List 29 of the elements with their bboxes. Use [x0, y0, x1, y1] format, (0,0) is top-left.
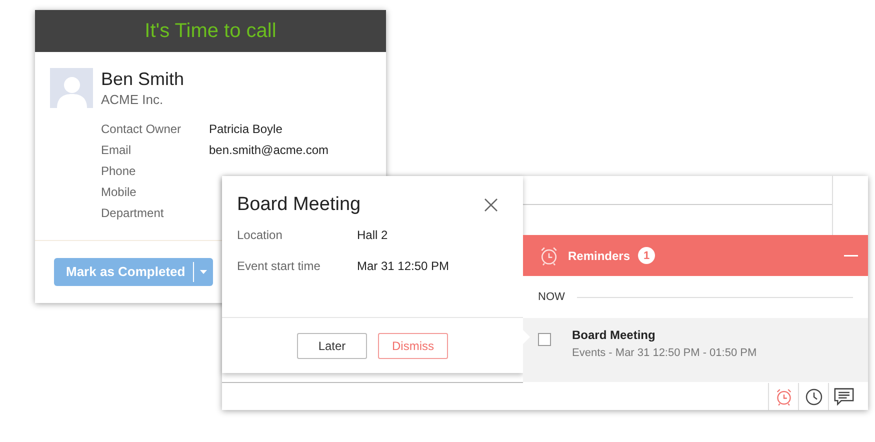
field-value: Hall 2 [357, 228, 389, 244]
caret-icon [200, 270, 208, 274]
field-value: Mar 31 12:50 PM [357, 259, 450, 275]
clock-icon [804, 388, 822, 406]
card-title: It's Time to call [144, 20, 276, 42]
field-label: Contact Owner [101, 122, 182, 138]
field-label: Phone [101, 164, 137, 180]
checkbox[interactable] [538, 333, 551, 346]
minimize-icon [844, 254, 858, 256]
reminder-detail: Events - Mar 31 12:50 PM - 01:50 PM [572, 347, 757, 359]
close-button[interactable] [484, 198, 498, 212]
field-label: Location [237, 228, 284, 244]
field-value: Patricia Boyle [209, 122, 284, 138]
field-label: Event start time [237, 259, 322, 275]
reminder-item[interactable]: Board Meeting Events - Mar 31 12:50 PM - 01:50 PM [523, 318, 868, 382]
reminders-title: Reminders [568, 248, 630, 262]
count-badge: 1 [638, 247, 656, 264]
later-button[interactable]: Later [297, 332, 367, 358]
field-label: Email [101, 143, 132, 159]
reminder-title: Board Meeting [572, 328, 656, 342]
popup-title: Board Meeting [237, 194, 361, 216]
section-label: NOW [538, 291, 565, 303]
field-value: ben.smith@acme.com [209, 143, 329, 159]
contact-name: Ben Smith [101, 69, 186, 90]
field-label: Department [101, 206, 165, 222]
field-label: Mobile [101, 185, 138, 201]
avatar [50, 68, 93, 108]
chat-icon [832, 386, 854, 406]
company-name: ACME Inc. [101, 92, 164, 107]
